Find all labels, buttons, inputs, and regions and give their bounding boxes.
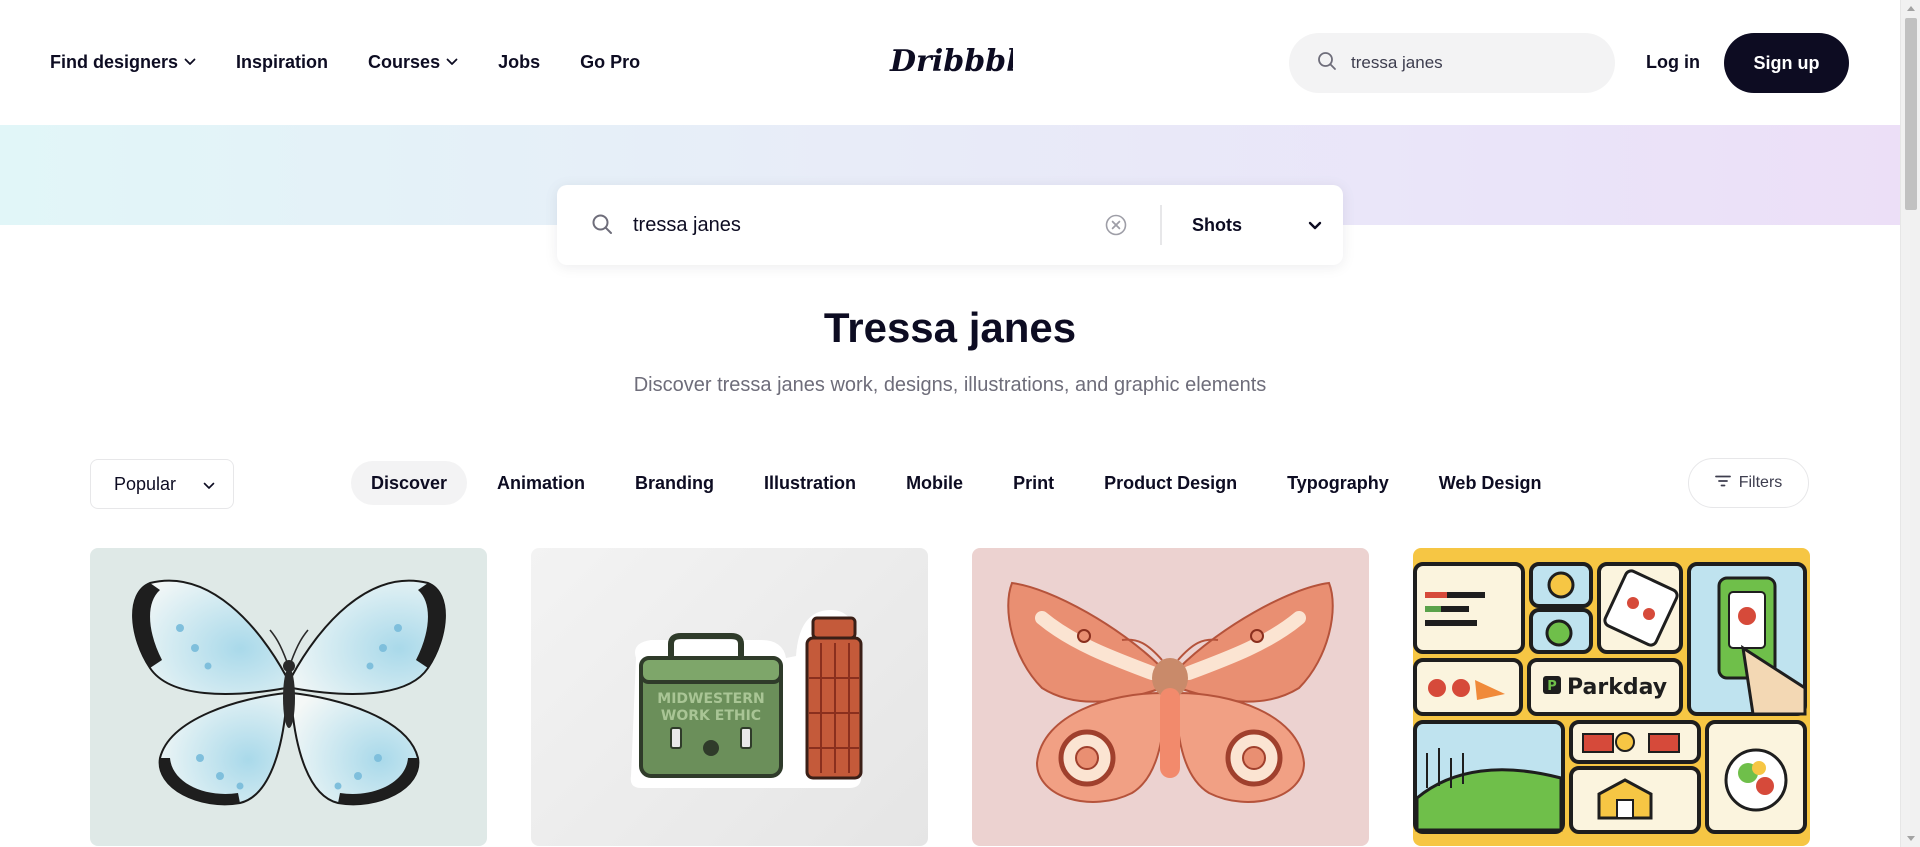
header-search-value: tressa janes xyxy=(1351,53,1443,72)
hero-search-input[interactable]: tressa janes xyxy=(633,211,1073,239)
search-type-value: Shots xyxy=(1192,214,1243,235)
tab-mobile[interactable]: Mobile xyxy=(886,461,983,505)
clear-search-icon[interactable] xyxy=(1105,214,1127,241)
tab-print[interactable]: Print xyxy=(993,461,1074,505)
nav-find-designers-label: Find designers xyxy=(50,52,179,72)
butterfly-illustration xyxy=(132,579,446,806)
shot-card-butterfly[interactable] xyxy=(90,548,487,846)
category-tabs: Discover Animation Branding Illustration… xyxy=(351,461,1571,505)
nav-go-pro[interactable]: Go Pro xyxy=(580,50,640,74)
nav-find-designers[interactable]: Find designers xyxy=(50,50,196,74)
tab-typography[interactable]: Typography xyxy=(1267,461,1409,505)
scrollbar-thumb[interactable] xyxy=(1905,18,1917,210)
sort-select-value: Popular xyxy=(114,473,177,494)
tab-branding[interactable]: Branding xyxy=(615,461,734,505)
login-link[interactable]: Log in xyxy=(1646,50,1700,74)
nav-inspiration[interactable]: Inspiration xyxy=(236,50,328,74)
svg-text:P: P xyxy=(1547,679,1557,694)
nav-jobs[interactable]: Jobs xyxy=(498,50,540,74)
page-scrollbar[interactable] xyxy=(1900,0,1920,847)
signup-button[interactable]: Sign up xyxy=(1724,33,1849,93)
tab-discover[interactable]: Discover xyxy=(351,461,468,505)
search-type-select[interactable]: Shots xyxy=(1192,205,1322,245)
tab-web-design[interactable]: Web Design xyxy=(1419,461,1562,505)
chevron-down-icon xyxy=(446,58,458,66)
logo-text: Dribbble xyxy=(889,44,1013,79)
sort-select[interactable]: Popular xyxy=(90,459,234,509)
chevron-down-icon xyxy=(1308,215,1322,236)
header-search-input[interactable]: tressa janes xyxy=(1289,33,1615,93)
nav-inspiration-label: Inspiration xyxy=(236,52,329,72)
parkday-logo-text: Parkday xyxy=(1567,675,1667,700)
lunchbox-sticker-illustration: MIDWESTERN WORK ETHIC xyxy=(630,610,863,788)
lunchbox-text-line-1: MIDWESTERN xyxy=(657,691,764,707)
moth-illustration xyxy=(1007,581,1334,803)
nav-go-pro-label: Go Pro xyxy=(580,52,641,72)
tab-illustration[interactable]: Illustration xyxy=(744,461,876,505)
tab-animation[interactable]: Animation xyxy=(477,461,605,505)
dribbble-logo[interactable]: Dribbble xyxy=(888,40,1037,80)
main-nav: Find designers Inspiration Courses Jobs … xyxy=(50,50,680,74)
tab-product-design[interactable]: Product Design xyxy=(1084,461,1257,505)
page-title: Tressa janes xyxy=(823,304,1077,351)
scroll-down-arrow-icon[interactable] xyxy=(1901,830,1920,847)
parkday-illustration: P Parkday xyxy=(1413,562,1807,834)
filter-lines-icon xyxy=(1714,474,1731,492)
filters-button-label: Filters xyxy=(1738,474,1783,491)
nav-courses-label: Courses xyxy=(368,52,441,72)
lunchbox-text-line-2: WORK ETHIC xyxy=(661,708,761,724)
filters-button[interactable]: Filters xyxy=(1688,458,1809,508)
page-subtitle: Discover tressa janes work, designs, ill… xyxy=(633,374,1267,396)
search-icon xyxy=(591,213,613,240)
shot-card-moth[interactable] xyxy=(972,548,1369,846)
search-icon xyxy=(1317,51,1337,76)
scroll-up-arrow-icon[interactable] xyxy=(1901,0,1920,17)
shot-card-parkday[interactable]: P Parkday xyxy=(1413,548,1810,846)
chevron-down-icon xyxy=(203,474,215,495)
hero-search-bar: tressa janes Shots xyxy=(557,185,1343,265)
search-divider xyxy=(1160,205,1162,245)
nav-jobs-label: Jobs xyxy=(498,52,541,72)
shot-card-lunchbox[interactable]: MIDWESTERN WORK ETHIC xyxy=(531,548,928,846)
chevron-down-icon xyxy=(184,58,196,66)
nav-courses[interactable]: Courses xyxy=(368,50,458,74)
site-header: Find designers Inspiration Courses Jobs … xyxy=(0,0,1900,125)
